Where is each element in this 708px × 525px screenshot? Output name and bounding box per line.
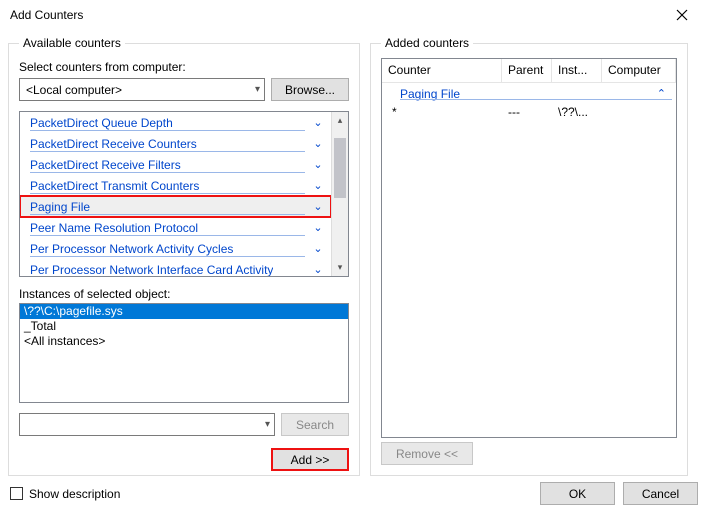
scroll-up-icon[interactable]: ▴ bbox=[332, 112, 348, 129]
counter-item[interactable]: Paging File ⌄ bbox=[20, 196, 331, 217]
counters-listbox[interactable]: PacketDirect Queue Depth⌄PacketDirect Re… bbox=[19, 111, 349, 277]
browse-button[interactable]: Browse... bbox=[271, 78, 349, 101]
chevron-up-icon[interactable]: ⌃ bbox=[657, 87, 666, 100]
titlebar: Add Counters bbox=[0, 0, 708, 30]
counter-item[interactable]: PacketDirect Receive Counters ⌄ bbox=[20, 133, 331, 154]
counter-item[interactable]: PacketDirect Receive Filters ⌄ bbox=[20, 154, 331, 175]
counter-name: PacketDirect Receive Counters bbox=[30, 137, 197, 151]
scrollbar[interactable]: ▴ ▾ bbox=[331, 112, 348, 276]
instance-item[interactable]: \??\C:\pagefile.sys bbox=[20, 304, 348, 319]
instance-item[interactable]: _Total bbox=[20, 319, 348, 334]
chevron-down-icon[interactable]: ⌄ bbox=[311, 221, 325, 234]
instance-item[interactable]: <All instances> bbox=[20, 334, 348, 349]
ok-button[interactable]: OK bbox=[540, 482, 615, 505]
computer-combo[interactable]: <Local computer> ▾ bbox=[19, 78, 265, 101]
cell-parent: --- bbox=[502, 105, 552, 119]
chevron-down-icon[interactable]: ⌄ bbox=[311, 158, 325, 171]
counter-item[interactable]: Per Processor Network Interface Card Act… bbox=[20, 259, 331, 276]
chevron-down-icon[interactable]: ⌄ bbox=[311, 242, 325, 255]
search-button[interactable]: Search bbox=[281, 413, 349, 436]
grid-group-row[interactable]: Paging File ⌃ bbox=[382, 85, 676, 103]
remove-button[interactable]: Remove << bbox=[381, 442, 473, 465]
checkbox-box bbox=[10, 487, 23, 500]
counter-name: PacketDirect Transmit Counters bbox=[30, 179, 199, 193]
instances-listbox[interactable]: \??\C:\pagefile.sys_Total<All instances> bbox=[19, 303, 349, 403]
added-counters-grid[interactable]: Counter Parent Inst... Computer Paging F… bbox=[381, 58, 677, 438]
dialog-footer: Show description OK Cancel bbox=[0, 476, 708, 515]
cell-counter: * bbox=[382, 105, 502, 119]
col-computer[interactable]: Computer bbox=[602, 59, 676, 82]
chevron-down-icon[interactable]: ⌄ bbox=[311, 179, 325, 192]
window-title: Add Counters bbox=[10, 8, 83, 22]
counter-name: Paging File bbox=[30, 200, 90, 214]
chevron-down-icon: ▾ bbox=[265, 419, 270, 430]
counter-name: PacketDirect Queue Depth bbox=[30, 116, 173, 130]
col-parent[interactable]: Parent bbox=[502, 59, 552, 82]
col-inst[interactable]: Inst... bbox=[552, 59, 602, 82]
added-counters-legend: Added counters bbox=[381, 36, 473, 50]
close-button[interactable] bbox=[668, 5, 696, 25]
chevron-down-icon[interactable]: ⌄ bbox=[311, 137, 325, 150]
counter-name: Per Processor Network Interface Card Act… bbox=[30, 263, 273, 277]
counter-name: PacketDirect Receive Filters bbox=[30, 158, 181, 172]
cell-inst: \??\... bbox=[552, 105, 602, 119]
scroll-thumb[interactable] bbox=[334, 138, 346, 198]
show-description-checkbox[interactable]: Show description bbox=[10, 487, 120, 501]
chevron-down-icon[interactable]: ⌄ bbox=[311, 116, 325, 129]
grid-data-row[interactable]: * --- \??\... bbox=[382, 103, 676, 121]
chevron-down-icon[interactable]: ⌄ bbox=[311, 200, 325, 213]
instances-label: Instances of selected object: bbox=[19, 287, 349, 301]
col-counter[interactable]: Counter bbox=[382, 59, 502, 82]
computer-combo-value: <Local computer> bbox=[26, 83, 122, 97]
added-counters-group: Added counters Counter Parent Inst... Co… bbox=[370, 36, 688, 476]
instance-search-combo[interactable]: ▾ bbox=[19, 413, 275, 436]
cancel-button[interactable]: Cancel bbox=[623, 482, 698, 505]
dialog-body: Available counters Select counters from … bbox=[0, 30, 708, 476]
available-counters-group: Available counters Select counters from … bbox=[8, 36, 360, 476]
chevron-down-icon: ▾ bbox=[255, 84, 260, 95]
select-computer-label: Select counters from computer: bbox=[19, 60, 349, 74]
show-description-label: Show description bbox=[29, 487, 120, 501]
grid-header: Counter Parent Inst... Computer bbox=[382, 59, 676, 83]
counter-item[interactable]: Per Processor Network Activity Cycles ⌄ bbox=[20, 238, 331, 259]
chevron-down-icon[interactable]: ⌄ bbox=[311, 263, 325, 276]
counter-name: Peer Name Resolution Protocol bbox=[30, 221, 198, 235]
scroll-down-icon[interactable]: ▾ bbox=[332, 259, 348, 276]
counter-item[interactable]: PacketDirect Queue Depth ⌄ bbox=[20, 112, 331, 133]
counter-name: Per Processor Network Activity Cycles bbox=[30, 242, 233, 256]
counter-item[interactable]: PacketDirect Transmit Counters ⌄ bbox=[20, 175, 331, 196]
counter-item[interactable]: Peer Name Resolution Protocol ⌄ bbox=[20, 217, 331, 238]
add-button[interactable]: Add >> bbox=[271, 448, 349, 471]
available-counters-legend: Available counters bbox=[19, 36, 125, 50]
